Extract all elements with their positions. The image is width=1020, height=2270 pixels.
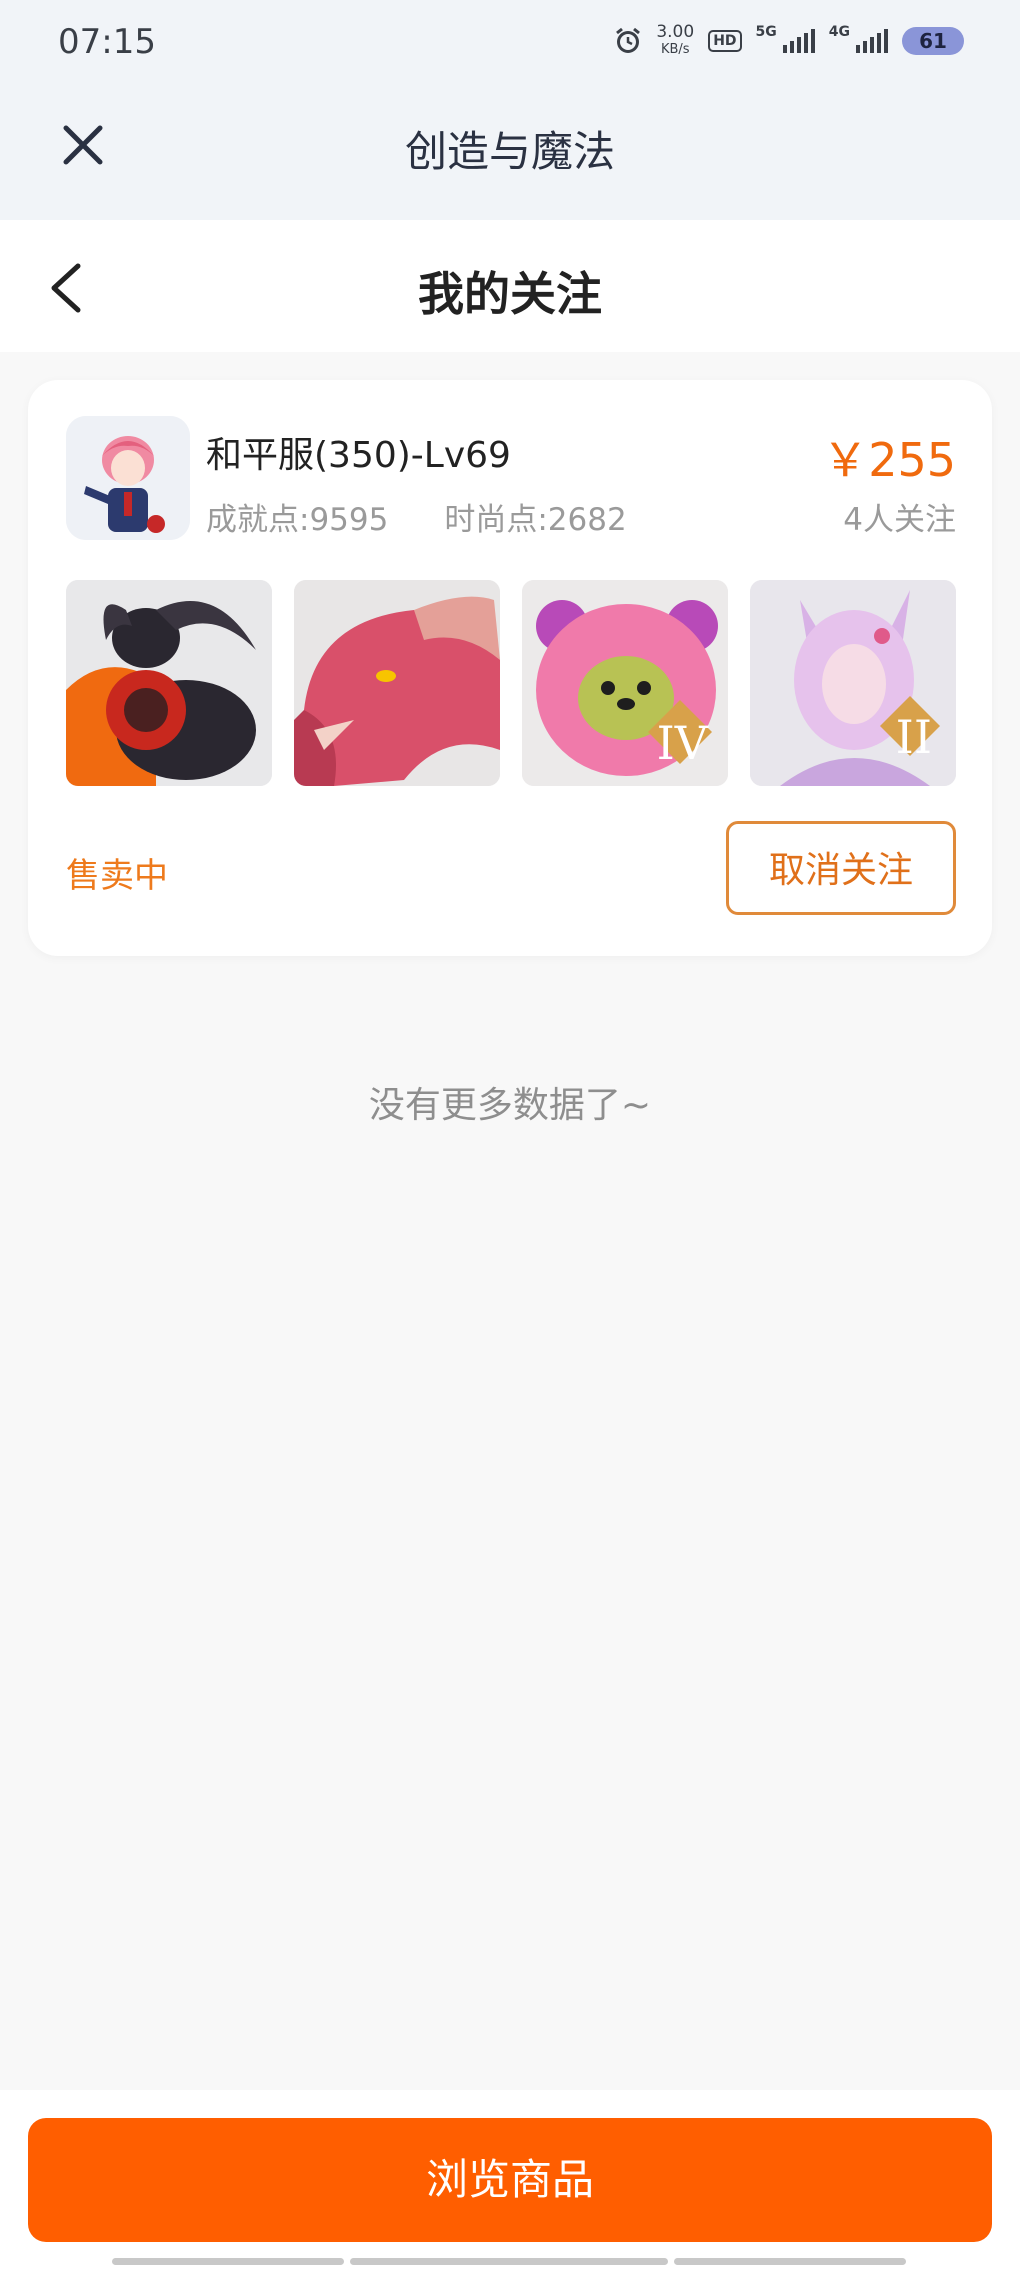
followed-item-card[interactable]: 和平服(350)-Lv69 成就点:9595 时尚点:2682 ￥255 4人关…: [28, 380, 992, 956]
sub-header: 我的关注: [0, 220, 1020, 352]
rank-badge-text: IV: [656, 716, 708, 770]
rank-badge-text: II: [895, 710, 932, 764]
page-title: 我的关注: [418, 267, 602, 321]
follower-count: 4人关注: [843, 502, 956, 538]
hd-icon: HD: [708, 30, 742, 52]
network-5g-label: 5G: [755, 24, 777, 40]
stats-row: 成就点:9595 时尚点:2682: [206, 494, 627, 539]
signal-icon: [782, 29, 815, 53]
price: ￥255: [822, 433, 956, 487]
fashion-points: 时尚点:2682: [444, 502, 627, 538]
speed-value: 3.00: [656, 22, 695, 42]
signal-icon: [856, 29, 888, 53]
sale-status: 售卖中: [66, 856, 168, 896]
nav-indicator: [674, 2258, 906, 2265]
nav-indicator: [112, 2258, 344, 2265]
server-name: 和平服(350)-Lv69: [206, 435, 511, 476]
achievement-points: 成就点:9595: [206, 502, 389, 538]
thumbnail-row: IV II: [66, 580, 956, 786]
nav-indicator: [350, 2258, 668, 2265]
status-time: 07:15: [58, 22, 156, 62]
speed-unit: KB/s: [660, 42, 690, 57]
browse-products-button[interactable]: 浏览商品: [28, 2118, 992, 2242]
thumbnail-fox-spirit[interactable]: II: [750, 580, 956, 786]
app-header-band: 07:15 3.00 KB/s HD 5G 4G 61 创造与魔法: [0, 0, 1020, 220]
thumbnail-red-dragon[interactable]: [294, 580, 500, 786]
app-title: 创造与魔法: [404, 127, 615, 176]
character-avatar: [66, 416, 190, 540]
network-speed: 3.00 KB/s: [656, 24, 694, 58]
unfollow-button[interactable]: 取消关注: [726, 821, 956, 915]
network-4g-label: 4G: [828, 24, 850, 40]
battery-indicator: 61: [902, 27, 964, 55]
alarm-icon: [616, 27, 641, 53]
empty-list-message: 没有更多数据了~: [368, 1085, 652, 1126]
status-icons: 3.00 KB/s HD 5G 4G 61: [614, 24, 964, 58]
thumbnail-black-ram-mount[interactable]: [66, 580, 272, 786]
thumbnail-pink-bear[interactable]: IV: [522, 580, 728, 786]
